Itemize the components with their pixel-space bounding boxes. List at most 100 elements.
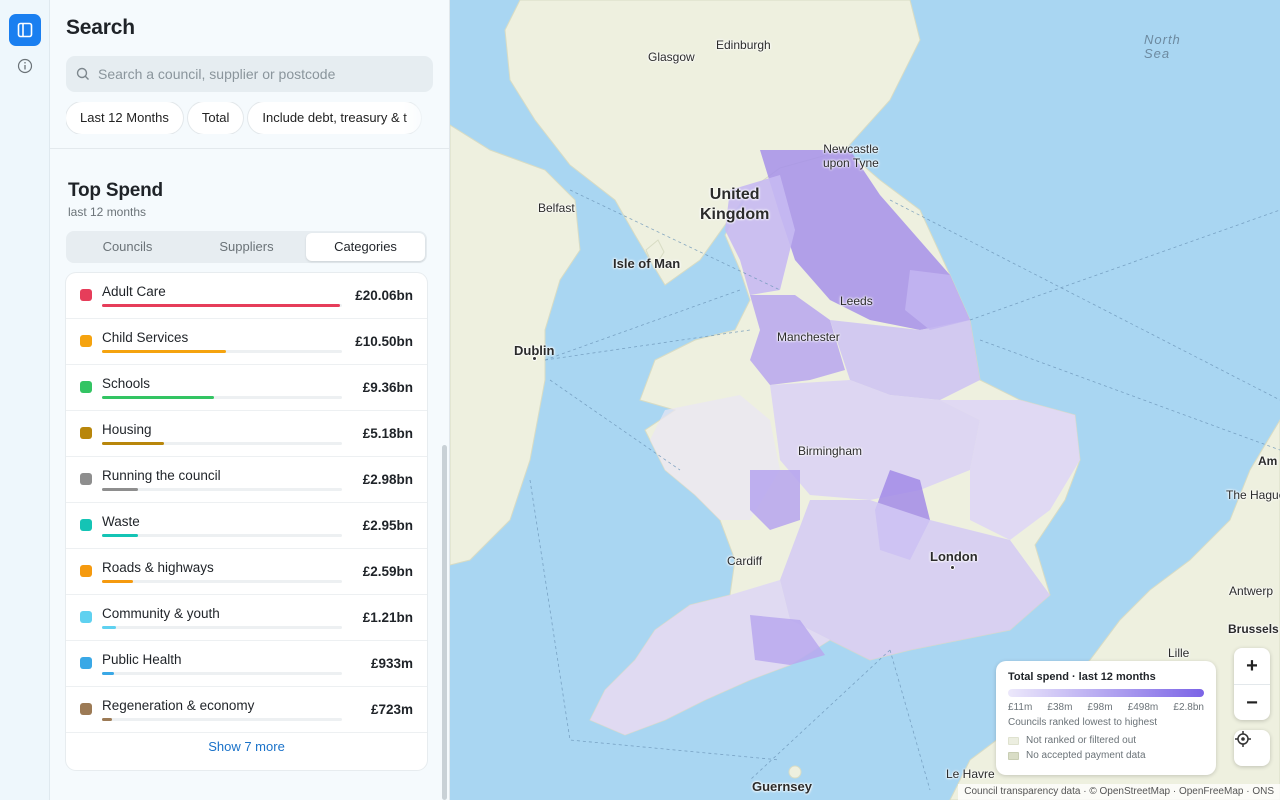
sidebar-toggle-button[interactable] [9, 14, 41, 46]
label-antwerp: Antwerp [1229, 584, 1274, 598]
zoom-in-button[interactable]: + [1234, 648, 1270, 684]
category-share-track [102, 626, 342, 629]
label-isle-of-man: Isle of Man [613, 256, 681, 271]
category-list: Adult Care £20.06bn Child Services £10.50bn… [66, 273, 427, 770]
category-share-bar [102, 304, 340, 307]
category-share-track [102, 350, 342, 353]
legend-ticks: £11m £38m £98m £498m £2.8bn [1008, 702, 1204, 713]
category-value: £1.21bn [362, 610, 413, 625]
label-amsterdam: Am [1258, 454, 1278, 468]
show-more-link[interactable]: Show 7 more [66, 739, 427, 754]
filter-debt-chip[interactable]: Include debt, treasury & t [248, 102, 421, 134]
category-row[interactable]: Schools £9.36bn [66, 365, 427, 411]
no-data-label: No accepted payment data [1026, 750, 1146, 761]
category-share-track [102, 304, 342, 307]
icon-rail [0, 0, 50, 800]
category-color-dot [80, 565, 92, 577]
category-label: Child Services [102, 330, 189, 345]
category-row[interactable]: Running the council £2.98bn [66, 457, 427, 503]
info-button[interactable] [9, 50, 41, 82]
top-spend-tabs: Councils Suppliers Categories [66, 231, 427, 263]
filter-period-chip[interactable]: Last 12 Months [66, 102, 183, 134]
category-color-dot [80, 473, 92, 485]
category-share-track [102, 488, 342, 491]
category-label: Public Health [102, 652, 182, 667]
legend-not-ranked: Not ranked or filtered out [1008, 735, 1204, 746]
category-color-dot [80, 703, 92, 715]
locate-button[interactable] [1234, 730, 1270, 766]
filter-chips: Last 12 Months Total Include debt, treasur… [66, 102, 433, 134]
map-canvas[interactable]: North Sea United Kingdom Isle of Man Guern… [450, 0, 1280, 800]
category-row[interactable]: Adult Care £20.06bn [66, 273, 427, 319]
category-share-bar [102, 626, 116, 629]
category-share-track [102, 672, 342, 675]
category-share-track [102, 396, 342, 399]
crosshair-icon [1235, 731, 1251, 747]
category-value: £2.95bn [362, 518, 413, 533]
label-le-havre: Le Havre [946, 767, 995, 781]
category-share-bar [102, 442, 164, 445]
category-row[interactable]: Waste £2.95bn [66, 503, 427, 549]
category-label: Housing [102, 422, 152, 437]
divider [50, 148, 449, 149]
category-row[interactable]: Public Health £933m [66, 641, 427, 687]
map-attribution[interactable]: Council transparency data · © OpenStreet… [958, 784, 1280, 800]
category-label: Roads & highways [102, 560, 214, 575]
section-title: Top Spend [68, 180, 163, 201]
search-input[interactable] [98, 66, 418, 82]
search-box[interactable] [66, 56, 433, 92]
filter-measure-chip[interactable]: Total [187, 102, 244, 134]
label-leeds: Leeds [840, 294, 873, 308]
label-manchester: Manchester [777, 330, 840, 344]
panel-title: Search [66, 16, 135, 39]
category-value: £2.98bn [362, 472, 413, 487]
category-row[interactable]: Roads & highways £2.59bn [66, 549, 427, 595]
legend-gradient [1008, 689, 1204, 697]
category-label: Community & youth [102, 606, 220, 621]
label-cardiff: Cardiff [727, 554, 763, 568]
legend-tick: £38m [1047, 702, 1073, 713]
info-icon [17, 58, 33, 74]
label-newcastle: Newcastle upon Tyne [823, 142, 879, 170]
label-brussels: Brussels [1228, 622, 1279, 636]
no-data-swatch [1008, 751, 1019, 760]
category-label: Adult Care [102, 284, 166, 299]
category-row[interactable]: Child Services £10.50bn [66, 319, 427, 365]
category-value: £9.36bn [362, 380, 413, 395]
category-color-dot [80, 611, 92, 623]
legend-no-data: No accepted payment data [1008, 750, 1204, 761]
category-value: £5.18bn [362, 426, 413, 441]
search-icon [76, 67, 89, 80]
category-value: £933m [370, 656, 413, 671]
tab-categories[interactable]: Categories [306, 233, 425, 261]
category-label: Schools [102, 376, 151, 391]
category-label: Running the council [102, 468, 221, 483]
label-edinburgh: Edinburgh [716, 38, 771, 52]
category-value: £20.06bn [355, 288, 413, 303]
tab-councils[interactable]: Councils [68, 233, 187, 261]
ferry-route [969, 209, 1280, 321]
not-ranked-swatch [1008, 736, 1019, 745]
category-row[interactable]: Regeneration & economy £723m [66, 687, 427, 733]
category-share-bar [102, 396, 214, 399]
category-share-track [102, 442, 342, 445]
category-share-track [102, 718, 342, 721]
legend-title: Total spend · last 12 months [1008, 671, 1156, 683]
panel-scrollbar[interactable] [442, 445, 447, 800]
label-united-kingdom: United Kingdom [700, 186, 770, 223]
category-row[interactable]: Housing £5.18bn [66, 411, 427, 457]
london-pin [950, 565, 955, 570]
tab-suppliers[interactable]: Suppliers [187, 233, 306, 261]
sidebar-panel-icon [17, 22, 33, 38]
guernsey-land [788, 765, 802, 779]
category-color-dot [80, 657, 92, 669]
ferry-route [889, 649, 931, 791]
label-the-hague: The Hague [1226, 488, 1280, 502]
category-share-bar [102, 534, 138, 537]
not-ranked-label: Not ranked or filtered out [1026, 735, 1137, 746]
category-row[interactable]: Community & youth £1.21bn [66, 595, 427, 641]
category-color-dot [80, 519, 92, 531]
zoom-out-button[interactable]: − [1234, 684, 1270, 720]
legend-tick: £498m [1127, 702, 1159, 713]
section-subtitle: last 12 months [68, 205, 147, 219]
